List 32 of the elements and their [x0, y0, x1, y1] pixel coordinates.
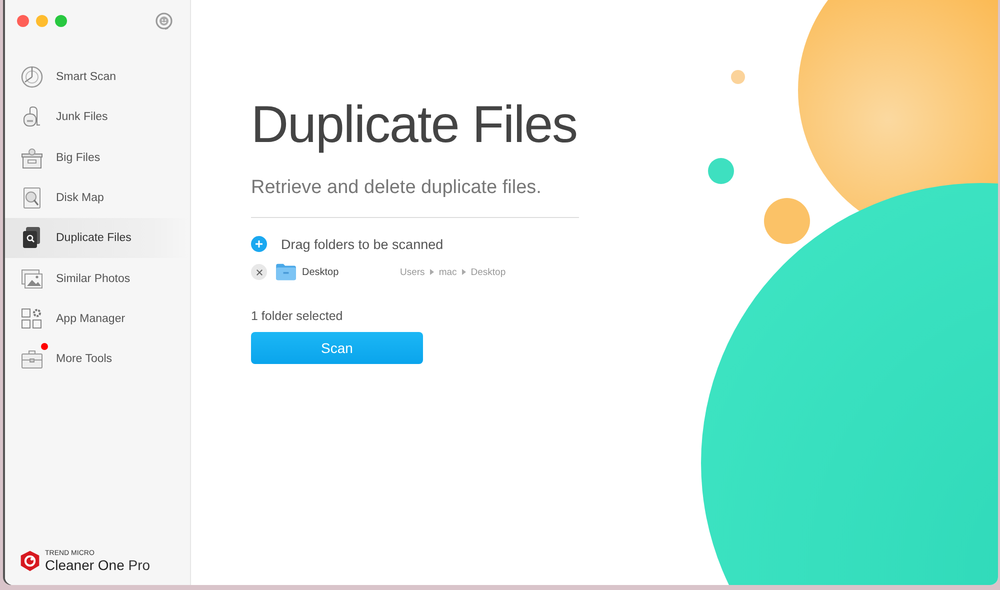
path-separator-icon [430, 269, 434, 275]
smiley-headset-icon[interactable] [154, 11, 174, 31]
radar-icon [20, 65, 44, 90]
close-icon [256, 268, 262, 276]
page-subtitle: Retrieve and delete duplicate files. [251, 177, 579, 218]
sidebar-item[interactable]: App Manager [5, 298, 190, 340]
path-label: Desktop [470, 266, 506, 278]
apps-gear-icon [20, 306, 44, 331]
sidebar-item[interactable]: Smart Scan [5, 57, 190, 98]
photos-icon [20, 266, 44, 291]
circle-decoration [731, 70, 745, 84]
sidebar-item[interactable]: Big Files [5, 138, 190, 178]
box-icon [20, 146, 44, 170]
sidebar-item[interactable]: More Tools [5, 339, 190, 380]
sidebar-item[interactable]: Disk Map [5, 178, 190, 218]
zoom-button[interactable] [55, 15, 67, 27]
drop-hint: Drag folders to be scanned [281, 236, 444, 252]
folder-name: Desktop [302, 266, 340, 278]
page-title: Duplicate Files [251, 95, 578, 155]
product-name: Cleaner One Pro [45, 556, 150, 572]
sidebar-item[interactable]: Junk Files [5, 97, 190, 138]
path-separator-icon [462, 269, 466, 275]
sidebar-item[interactable]: Similar Photos [5, 258, 190, 299]
path-label: mac [438, 266, 457, 278]
close-button[interactable] [17, 15, 29, 27]
folder-icon [275, 263, 297, 281]
add-folder-button[interactable] [251, 236, 267, 252]
path-label: Users [400, 266, 425, 278]
logo-icon [19, 549, 41, 573]
remove-button[interactable] [251, 264, 267, 280]
selection-count: 1 folder selected [251, 309, 344, 323]
minimize-button[interactable] [36, 15, 48, 27]
